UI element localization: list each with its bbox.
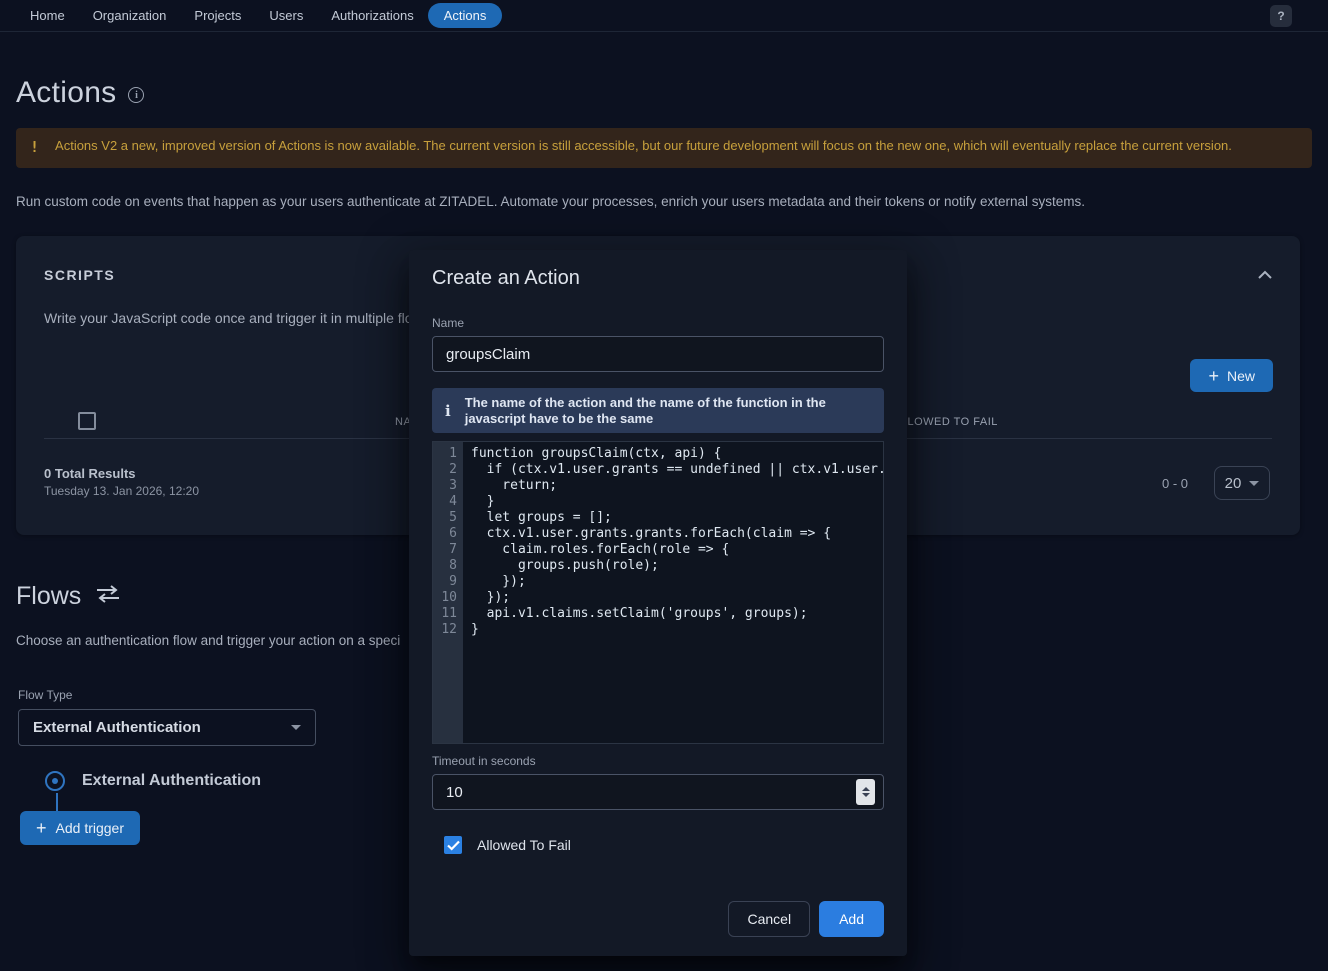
flow-node-label: External Authentication (82, 772, 261, 790)
code-line[interactable]: function groupsClaim(ctx, api) { (471, 446, 883, 462)
code-line[interactable]: }); (471, 574, 883, 590)
timeline-connector (56, 793, 58, 811)
create-action-dialog: Create an Action Name groupsClaim i The … (409, 250, 907, 956)
nav-item-authorizations[interactable]: Authorizations (317, 4, 427, 27)
new-action-button[interactable]: + New (1190, 359, 1273, 392)
code-line[interactable]: api.v1.claims.setClaim('groups', groups)… (471, 606, 883, 622)
code-line[interactable]: groups.push(role); (471, 558, 883, 574)
code-line[interactable]: let groups = []; (471, 510, 883, 526)
line-number: 2 (433, 462, 457, 478)
warning-banner: ! Actions V2 a new, improved version of … (16, 128, 1312, 168)
line-number: 7 (433, 542, 457, 558)
flow-type-label: Flow Type (16, 688, 416, 702)
nav-item-projects[interactable]: Projects (180, 4, 255, 27)
nav-item-actions[interactable]: Actions (428, 3, 503, 28)
number-spinner[interactable] (856, 779, 875, 805)
code-line[interactable]: return; (471, 478, 883, 494)
timeout-input[interactable]: 10 (432, 774, 884, 810)
code-line[interactable]: if (ctx.v1.user.grants == undefined || c… (471, 462, 883, 478)
paginator: 0 - 0 20 (1162, 466, 1270, 500)
cancel-button[interactable]: Cancel (728, 901, 810, 937)
allowed-to-fail-checkbox[interactable] (444, 836, 462, 854)
code-line[interactable]: } (471, 494, 883, 510)
add-button[interactable]: Add (819, 901, 884, 937)
warning-banner-text: Actions V2 a new, improved version of Ac… (55, 137, 1232, 154)
nav-item-organization[interactable]: Organization (79, 4, 181, 27)
plus-icon: + (1208, 367, 1219, 385)
page-title: Actions (16, 76, 116, 110)
timeout-label: Timeout in seconds (432, 754, 884, 768)
results-timestamp: Tuesday 13. Jan 2026, 12:20 (44, 484, 199, 498)
flow-timeline: External Authentication + Add trigger (16, 770, 416, 880)
name-input-value: groupsClaim (446, 346, 530, 363)
column-header-allowed-to-fail[interactable]: ALLOWED TO FAIL (893, 416, 998, 428)
page-size-value: 20 (1225, 475, 1242, 492)
chevron-up-icon[interactable] (1258, 266, 1272, 284)
add-trigger-label: Add trigger (56, 820, 124, 836)
flow-node-icon (45, 771, 65, 791)
code-editor-lines[interactable]: function groupsClaim(ctx, api) { if (ctx… (463, 442, 883, 743)
total-results: 0 Total Results (44, 466, 199, 481)
nav-item-users[interactable]: Users (255, 4, 317, 27)
flows-description: Choose an authentication flow and trigge… (16, 633, 409, 648)
line-number: 10 (433, 590, 457, 606)
spinner-up-icon (862, 787, 870, 791)
info-icon[interactable]: i (128, 87, 144, 103)
add-trigger-button[interactable]: + Add trigger (20, 811, 140, 845)
new-button-label: New (1227, 368, 1255, 384)
name-hint-infobox: i The name of the action and the name of… (432, 388, 884, 433)
code-line[interactable]: } (471, 622, 883, 638)
line-number: 5 (433, 510, 457, 526)
line-number: 12 (433, 622, 457, 638)
paginator-range: 0 - 0 (1162, 476, 1188, 491)
name-label: Name (432, 316, 884, 330)
dialog-title: Create an Action (432, 264, 884, 292)
code-line[interactable]: ctx.v1.user.grants.grants.forEach(claim … (471, 526, 883, 542)
info-icon: i (445, 402, 451, 420)
select-all-checkbox[interactable] (78, 412, 96, 430)
line-number: 11 (433, 606, 457, 622)
name-hint-text: The name of the action and the name of t… (465, 395, 870, 427)
swap-arrows-icon (95, 584, 121, 609)
name-input[interactable]: groupsClaim (432, 336, 884, 372)
top-navigation: Home Organization Projects Users Authori… (0, 0, 1328, 32)
line-number: 6 (433, 526, 457, 542)
allowed-to-fail-label: Allowed To Fail (477, 837, 571, 853)
page-description: Run custom code on events that happen as… (16, 194, 1312, 209)
line-number: 8 (433, 558, 457, 574)
plus-icon: + (36, 819, 47, 837)
line-number: 4 (433, 494, 457, 510)
line-number: 1 (433, 446, 457, 462)
scripts-card-title: SCRIPTS (44, 267, 115, 283)
chevron-down-icon (291, 725, 301, 730)
code-line[interactable]: }); (471, 590, 883, 606)
flow-type-select[interactable]: External Authentication (18, 709, 316, 746)
flows-title: Flows (16, 582, 81, 611)
spinner-down-icon (862, 793, 870, 797)
warning-icon: ! (30, 137, 39, 157)
line-number-gutter: 123456789101112 (433, 442, 463, 743)
flows-section: Flows Choose an authentication flow and … (16, 582, 416, 880)
script-code-editor[interactable]: 123456789101112 function groupsClaim(ctx… (432, 441, 884, 744)
page-size-select[interactable]: 20 (1214, 466, 1270, 500)
flow-type-value: External Authentication (33, 719, 201, 736)
code-line[interactable]: claim.roles.forEach(role => { (471, 542, 883, 558)
line-number: 9 (433, 574, 457, 590)
line-number: 3 (433, 478, 457, 494)
nav-item-home[interactable]: Home (16, 4, 79, 27)
help-button[interactable]: ? (1270, 5, 1292, 27)
timeout-value: 10 (446, 784, 463, 801)
chevron-down-icon (1249, 481, 1259, 486)
